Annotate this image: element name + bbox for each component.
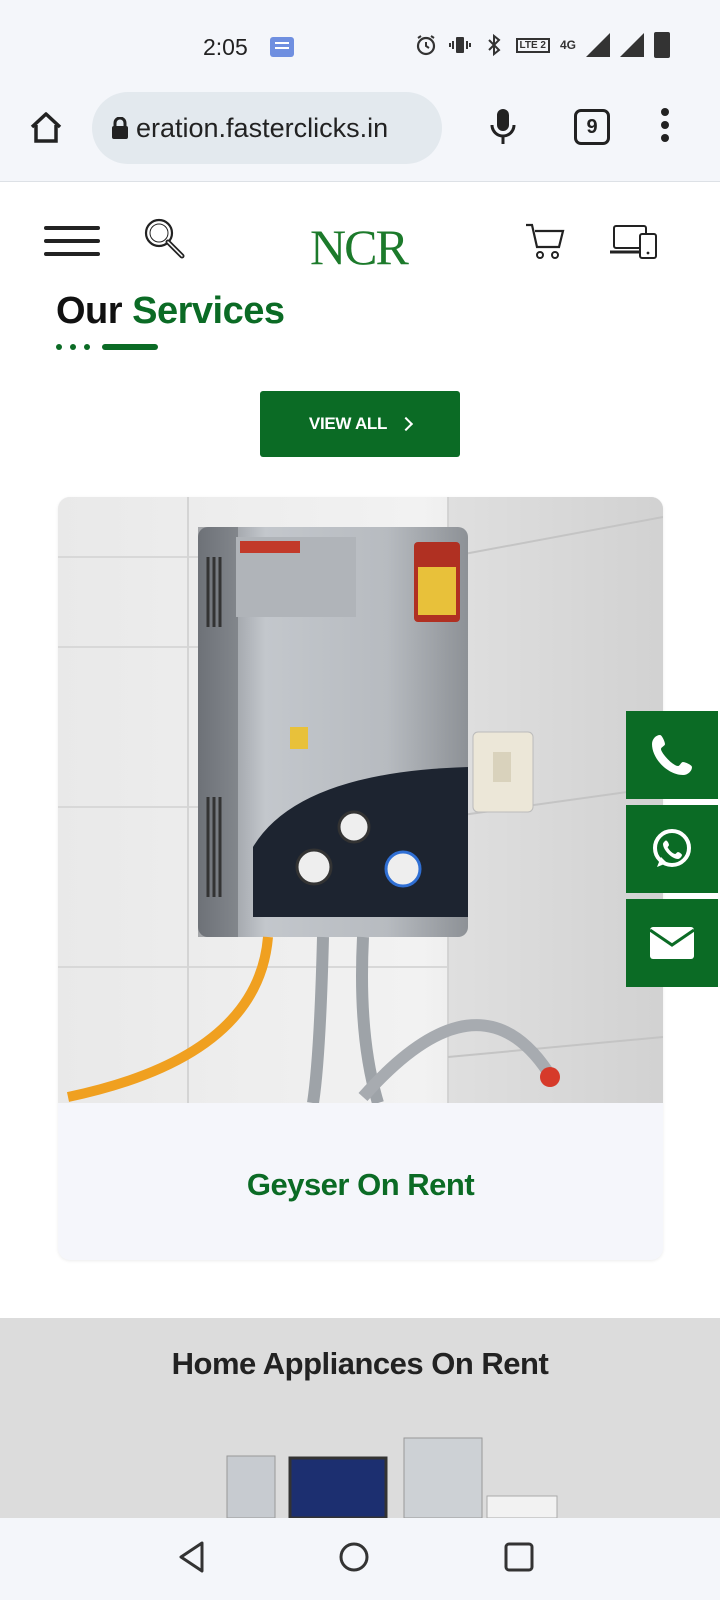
microphone-icon[interactable] [488,107,518,147]
recents-icon[interactable] [502,1540,536,1574]
home-icon[interactable] [26,108,66,148]
devices-icon[interactable] [608,222,658,260]
search-icon[interactable] [142,216,188,262]
phone-icon [652,735,692,775]
section-title: Our Services [56,294,285,334]
bluetooth-icon [487,33,500,57]
signal-icon-2 [620,33,644,57]
site-logo[interactable]: NCR [310,218,409,276]
browser-toolbar: eration.fasterclicks.in 9 [0,90,720,182]
call-button[interactable] [626,711,718,799]
envelope-icon [649,927,695,959]
whatsapp-button[interactable] [626,805,718,893]
lte-badge: LTE 2 [515,37,550,53]
view-all-button[interactable]: VIEW ALL [260,391,460,457]
battery-icon [654,32,670,58]
network-type: 4G [559,38,576,52]
cart-icon[interactable] [524,220,566,262]
service-card[interactable]: Geyser On Rent [58,497,663,1260]
signal-icon [586,33,610,57]
section-title-accent: Services [132,294,285,332]
url-text[interactable]: eration.fasterclicks.in [136,113,436,144]
whatsapp-icon [653,829,691,867]
address-bar[interactable]: eration.fasterclicks.in [92,92,442,164]
message-notification-icon [270,37,294,57]
chevron-right-icon [399,416,414,432]
email-button[interactable] [626,899,718,987]
lock-icon [112,117,128,139]
status-bar: 2:05 LTE 2 4G [0,0,720,90]
back-icon[interactable] [176,1540,208,1574]
appliances-illustration [226,1437,558,1518]
view-all-label: VIEW ALL [308,414,388,433]
geyser-image[interactable] [58,497,663,1103]
vibrate-icon [448,37,471,53]
tab-switcher-button[interactable]: 9 [574,109,610,145]
appliances-banner[interactable]: Home Appliances On Rent [0,1318,720,1518]
status-icons: LTE 2 4G [414,32,670,58]
title-underline [56,344,158,350]
section-title-plain: Our [56,294,123,332]
system-nav-bar [0,1518,720,1600]
site-header: NCR [0,182,720,292]
card-title[interactable]: Geyser On Rent [58,1167,663,1203]
status-time: 2:05 [203,34,248,60]
more-options-icon[interactable] [660,108,670,148]
alarm-icon [416,35,435,56]
menu-icon[interactable] [44,226,100,262]
geyser-illustration [58,497,663,1103]
home-nav-icon[interactable] [337,1540,371,1574]
